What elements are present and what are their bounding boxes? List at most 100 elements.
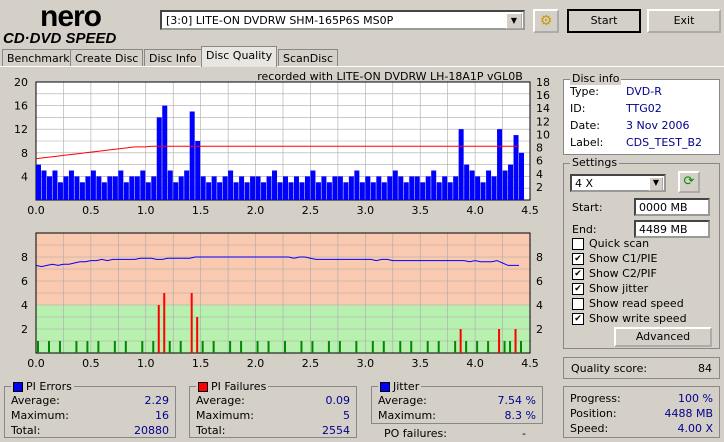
pi-error-bar (513, 135, 519, 200)
pi-failure-bar (410, 341, 413, 353)
refresh-button[interactable]: ⟳ (678, 171, 700, 193)
pi-failure-bar (97, 341, 100, 353)
y-tick-label: 8 (21, 251, 28, 264)
pi-failure-bar (399, 341, 402, 353)
stat-value: 5 (343, 409, 350, 422)
pi-error-bar (370, 182, 376, 200)
y-tick-label: 12 (14, 123, 28, 136)
pi-error-bar (480, 182, 486, 200)
x-tick-label: 3.5 (411, 357, 429, 370)
pi-error-bar (167, 170, 173, 200)
x-tick-label: 2.5 (302, 357, 320, 370)
pi-error-bar (420, 182, 426, 200)
x-tick-label: 0.0 (27, 204, 45, 217)
pi-error-bar (134, 176, 140, 200)
checkbox-quick-scan[interactable]: Quick scan (572, 237, 649, 250)
checkbox-icon[interactable] (572, 298, 584, 310)
checkbox-icon[interactable] (572, 238, 584, 250)
pi-failure-bar (58, 341, 61, 353)
x-tick-label: 2.0 (247, 357, 265, 370)
checkbox-show-c2-pif[interactable]: ✔ Show C2/PIF (572, 267, 657, 280)
pi-error-bar (464, 164, 470, 200)
pi-failure-bar (75, 341, 78, 353)
y2-tick-label: 8 (536, 142, 543, 155)
y2-tick-label: 10 (536, 128, 550, 141)
x-tick-label: 4.0 (466, 204, 484, 217)
pi-failure-bar (201, 341, 204, 353)
pi-error-bar (140, 170, 146, 200)
drive-select[interactable]: [3:0] LITE-ON DVDRW SHM-165P6S MS0P ▼ (160, 10, 525, 30)
pi-error-bar (178, 176, 184, 200)
end-input[interactable]: 4489 MB (634, 220, 710, 238)
x-tick-label: 1.5 (192, 357, 210, 370)
pi-error-bar (233, 182, 239, 200)
checkbox-show-c1-pie[interactable]: ✔ Show C1/PIE (572, 252, 657, 265)
pi-error-bar (239, 176, 245, 200)
stat-label: Total: (196, 424, 226, 437)
pi-error-bar (206, 182, 212, 200)
pi-error-bar (74, 176, 80, 200)
checkbox-show-read-speed[interactable]: Show read speed (572, 297, 684, 310)
checkbox-icon[interactable]: ✔ (572, 268, 584, 280)
stat-label: Type: (570, 85, 599, 98)
checkbox-icon[interactable]: ✔ (572, 313, 584, 325)
checkbox-icon[interactable]: ✔ (572, 253, 584, 265)
pi-error-bar (184, 170, 190, 200)
stat-row: Average: 7.54 % (378, 394, 536, 409)
advanced-button[interactable]: Advanced (614, 327, 712, 347)
pi-error-bar (315, 182, 321, 200)
pi-failure-bar (240, 341, 243, 353)
chevron-down-icon[interactable]: ▼ (506, 13, 522, 29)
pi-error-bar (304, 176, 310, 200)
pi-failure-bar (476, 341, 479, 353)
pi-failures-group: PI Failures Average: 0.09 Maximum: 5 Total: 25… (189, 380, 357, 438)
quality-score-group: Quality score: 84 (563, 357, 720, 379)
checkbox-icon[interactable]: ✔ (572, 283, 584, 295)
checkbox-show-jitter[interactable]: ✔ Show jitter (572, 282, 648, 295)
end-label: End: (572, 223, 597, 236)
pi-failure-bar (459, 329, 462, 353)
stat-value: 4488 MB (664, 407, 713, 420)
pi-error-bar (85, 176, 91, 200)
exit-button[interactable]: Exit (647, 9, 721, 33)
stat-label: Label: (570, 136, 604, 149)
tab-disc-quality[interactable]: Disc Quality (201, 46, 278, 67)
pi-error-bar (431, 170, 437, 200)
pi-error-bar (409, 176, 415, 200)
stat-label: Maximum: (11, 409, 69, 422)
pi-error-bar (283, 176, 288, 200)
settings-title: Settings (570, 156, 620, 169)
x-tick-label: 4.5 (521, 357, 539, 370)
pi-error-bar (359, 182, 365, 200)
pi-failure-bar (311, 341, 314, 353)
x-tick-label: 4.5 (521, 204, 539, 217)
pi-failure-bar (113, 341, 116, 353)
chevron-down-icon[interactable]: ▼ (649, 177, 663, 191)
pi-failure-bar (426, 341, 429, 353)
stat-row: Average: 0.09 (196, 394, 350, 409)
y2-tick-label: 6 (536, 275, 543, 288)
pi-failure-bar (498, 329, 501, 353)
start-button[interactable]: Start (567, 9, 641, 33)
y-tick-label: 20 (14, 76, 28, 89)
checkbox-show-write-speed[interactable]: ✔ Show write speed (572, 312, 687, 325)
checkbox-label: Show write speed (589, 312, 687, 325)
pi-error-bar (129, 176, 135, 200)
y2-tick-label: 2 (536, 181, 543, 194)
pi-error-bar (376, 176, 382, 200)
po-failures-value: - (522, 427, 526, 440)
pi-failure-bar (284, 341, 286, 353)
start-input[interactable]: 0000 MB (634, 198, 710, 216)
tab-scandisc[interactable]: ScanDisc (278, 49, 339, 67)
y2-tick-label: 14 (536, 102, 550, 115)
pi-failure-bar (514, 329, 517, 353)
pi-failure-bar (371, 341, 374, 353)
pi-error-bar (436, 182, 442, 200)
pi-error-bar (442, 176, 448, 200)
stat-row: Average: 2.29 (11, 394, 169, 409)
speed-select[interactable]: 4 X ▼ (570, 174, 666, 192)
tab-create-disc[interactable]: Create Disc (70, 49, 144, 67)
drive-settings-button[interactable]: ⚙ (533, 9, 559, 33)
tab-disc-info[interactable]: Disc Info (144, 49, 202, 67)
tab-benchmark[interactable]: Benchmark (2, 49, 75, 67)
